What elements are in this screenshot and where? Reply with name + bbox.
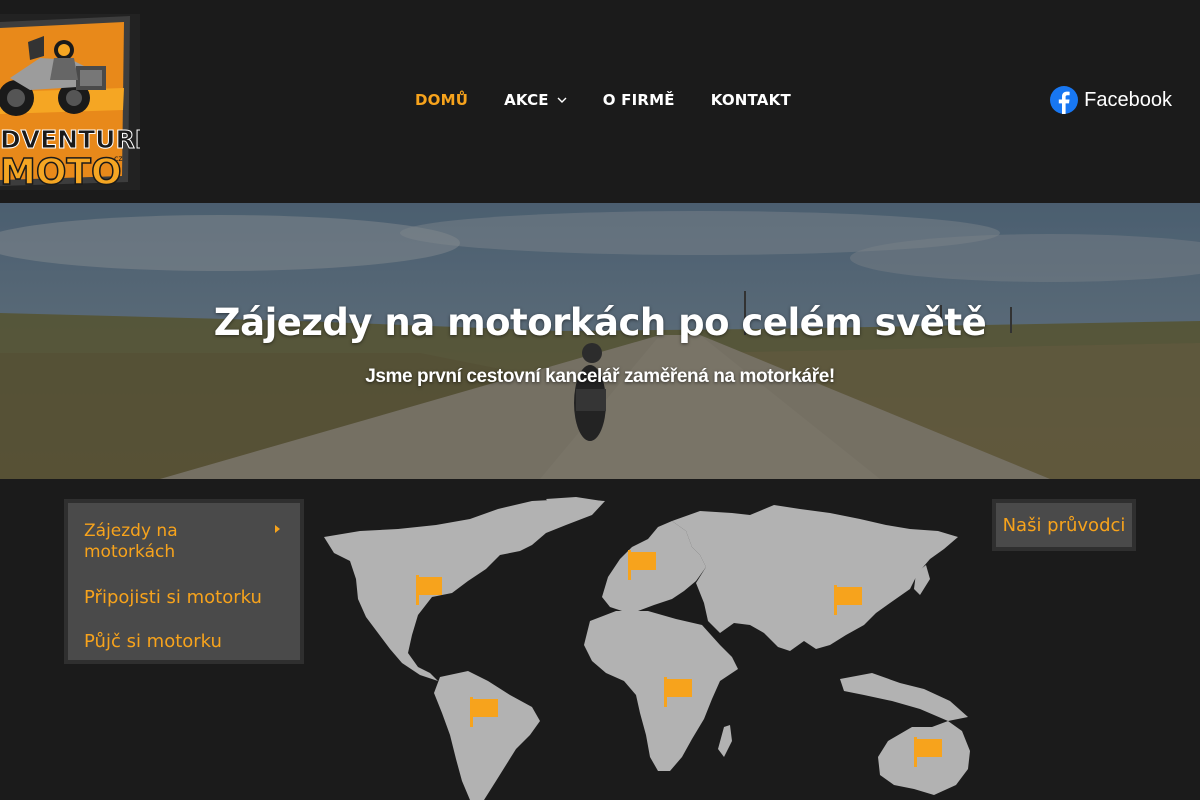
nav-item-domu[interactable]: DOMŮ [397, 91, 486, 109]
continent-north-america [324, 499, 605, 681]
hero-title: Zájezdy na motorkách po celém světě [213, 301, 987, 344]
svg-text:cz: cz [114, 154, 123, 163]
nav-item-kontakt[interactable]: KONTAKT [693, 91, 809, 109]
adventure-moto-logo: DVENTURE MOTO cz [0, 14, 152, 194]
hero-subtitle: Jsme první cestovní kancelář zaměřená na… [365, 366, 835, 387]
side-menu-item-zajezdy[interactable]: Zájezdy na motorkách [84, 521, 234, 563]
facebook-link[interactable]: Facebook [1050, 86, 1172, 114]
page: DVENTURE MOTO cz DOMŮ AKCE O FIRMĚ KONTA… [0, 0, 1200, 800]
nav-item-label: DOMŮ [415, 91, 469, 109]
continent-asia [672, 505, 958, 651]
continent-madagascar [718, 725, 732, 757]
side-menu: Zájezdy na motorkách Připojisti si motor… [64, 499, 304, 664]
nav-item-akce[interactable]: AKCE [486, 91, 585, 109]
side-menu-item-pripojisti[interactable]: Připojisti si motorku [84, 587, 262, 608]
map-continents [324, 497, 970, 800]
continent-south-america [434, 671, 540, 800]
continent-indonesia [840, 673, 968, 721]
site-header: DVENTURE MOTO cz DOMŮ AKCE O FIRMĚ KONTA… [0, 0, 1200, 203]
svg-text:MOTO: MOTO [0, 152, 122, 190]
site-logo[interactable]: DVENTURE MOTO cz [0, 14, 152, 194]
svg-text:DVENTURE: DVENTURE [0, 125, 140, 154]
chevron-down-icon[interactable] [557, 97, 567, 103]
continent-australia [878, 721, 970, 795]
main-nav: DOMŮ AKCE O FIRMĚ KONTAKT [397, 82, 809, 118]
world-map [324, 497, 970, 800]
hero-banner: Zájezdy na motorkách po celém světě Jsme… [0, 203, 1200, 479]
nav-item-label: KONTAKT [710, 91, 791, 109]
guides-button[interactable]: Naši průvodci [992, 499, 1136, 551]
nav-item-o-firme[interactable]: O FIRMĚ [585, 91, 693, 109]
side-menu-item-pujc[interactable]: Půjč si motorku [84, 631, 222, 652]
facebook-label: Facebook [1084, 88, 1172, 111]
facebook-icon [1050, 86, 1079, 114]
continent-africa [584, 611, 738, 771]
nav-item-label: O FIRMĚ [602, 91, 675, 109]
caret-right-icon[interactable] [273, 523, 283, 535]
nav-item-label: AKCE [504, 91, 549, 109]
